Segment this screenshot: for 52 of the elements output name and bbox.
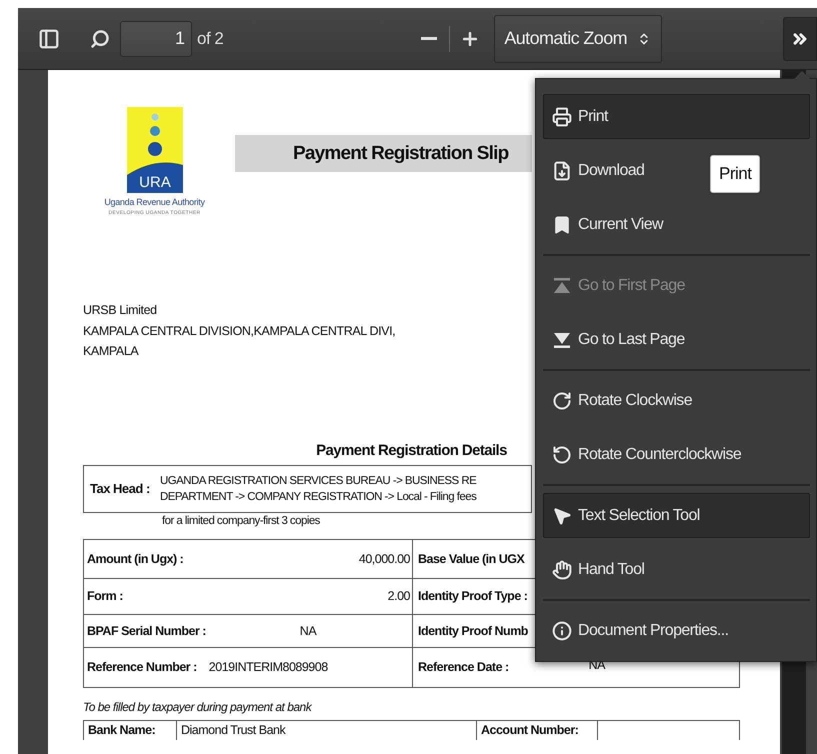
minus-icon [421,37,438,40]
menu-item[interactable]: Text Selection Tool [543,493,810,538]
tools-button[interactable] [783,16,817,60]
field-label: Reference Number : [87,660,197,674]
field-label: Reference Date : [418,660,509,674]
info-icon [552,620,572,640]
field-label: Base Value (in UGX [418,552,524,566]
menu-item[interactable]: Rotate Counterclockwise [543,432,810,477]
page-number-field[interactable]: 1 [120,20,192,56]
address-line: URSB Limited [83,302,157,319]
menu-item[interactable]: Rotate Clockwise [543,378,810,423]
menu-item[interactable]: Go to Last Page [543,317,810,362]
page-count: of 2 [197,28,224,48]
tooltip: Print [710,155,760,193]
instruction-note: To be filled by taxpayer during payment at bank [83,700,313,714]
bank-field-text: Bank Name: [84,720,177,740]
address-line: KAMPALA [83,343,138,360]
file-download-icon [552,160,572,180]
field-label: Identity Proof Type : [418,589,528,603]
document-title: Payment Registration Slip [235,135,532,172]
tax-head-text: for a limited company-first 3 copies [162,514,320,528]
field-label: Identity Proof Numb [418,624,528,638]
rotate-counterclockwise-icon [552,444,572,464]
cursor-icon [552,506,572,526]
rotate-clockwise-icon [552,390,572,410]
menu-item[interactable]: Document Properties... [543,608,810,653]
tax-head-label: Tax Head : [90,481,151,496]
section-heading: Payment Registration Details [316,442,507,458]
menu-item[interactable]: Current View [543,202,810,247]
field-value: NA [300,624,316,638]
field-label: Amount (in Ugx) : [87,552,184,566]
first-page-icon [552,276,572,296]
bank-field-text: Diamond Trust Bank [177,720,477,740]
logo-icon: URA [126,107,182,193]
menu-item[interactable]: Hand Tool [543,547,810,592]
field-value: 2.00 [388,589,410,603]
field-label: Form : [87,589,123,603]
menu-item[interactable]: Print [543,94,810,139]
tax-head-text: DEPARTMENT -> COMPANY REGISTRATION -> Local - Filing fees [160,490,476,504]
zoom-select[interactable]: Automatic Zoom [494,14,662,62]
sidebar-icon [38,28,60,50]
bookmark-icon [552,214,572,234]
hand-icon [552,560,572,580]
printer-icon [552,106,572,126]
logo-name: Uganda Revenue Authority [104,197,205,207]
address-line: KAMPALA CENTRAL DIVISION,KAMPALA CENTRAL DIVI, [83,322,396,340]
field-value: 2019INTERIM8089908 [208,660,328,674]
tax-head-text: UGANDA REGISTRATION SERVICES BUREAU -> BUSINESS RE [160,474,476,488]
search-icon [90,28,110,48]
bank-field-text: Account Number: [477,720,598,740]
field-value: 40,000.00 [358,552,410,566]
field-label: BPAF Serial Number : [87,624,206,638]
